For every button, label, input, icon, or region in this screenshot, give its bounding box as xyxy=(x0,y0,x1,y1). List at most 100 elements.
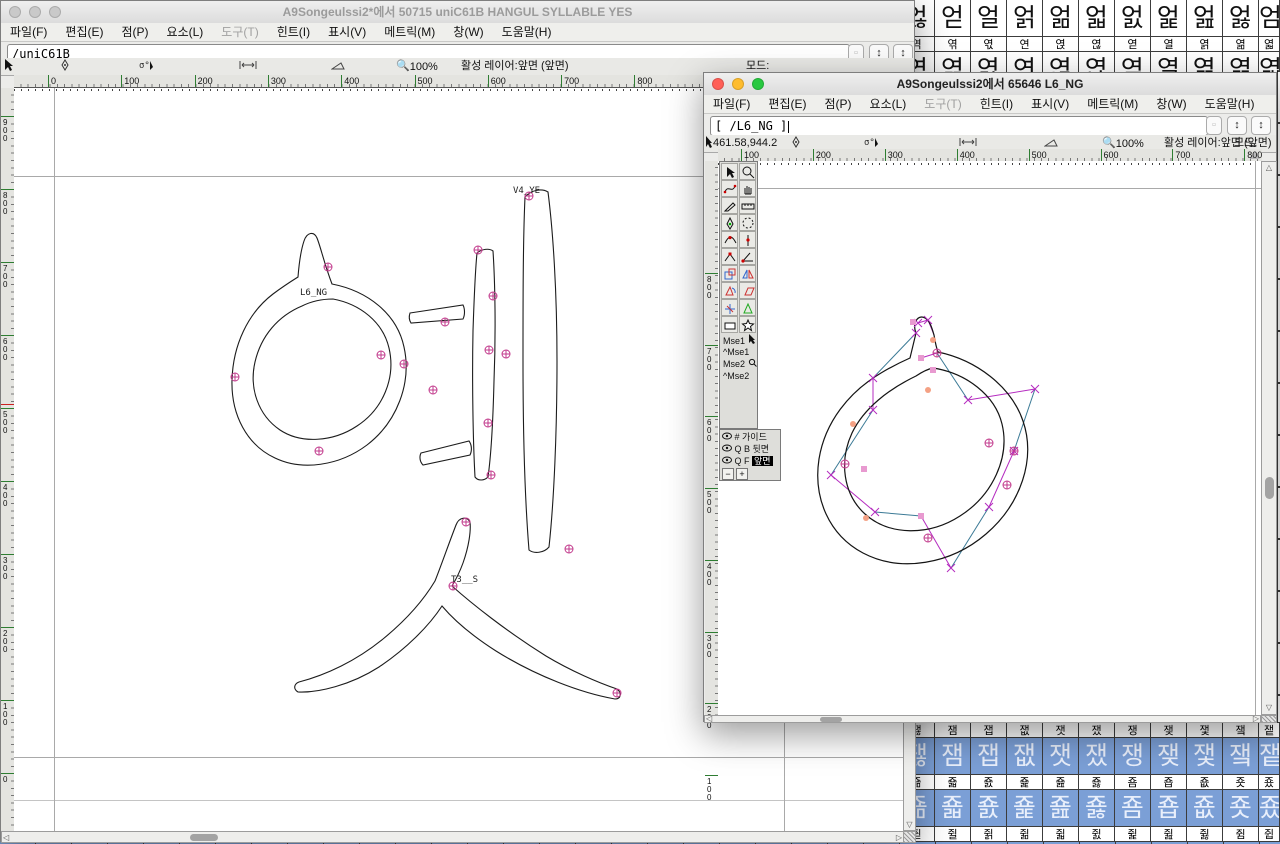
menu-item[interactable]: 점(P) xyxy=(815,95,860,113)
menu-item[interactable]: 요소(L) xyxy=(861,95,916,113)
glyph-cell-label[interactable]: 잿 xyxy=(1043,722,1079,738)
glyph-cell-label[interactable]: 죱 xyxy=(1151,774,1187,790)
scroll-right-arrow[interactable]: ▷ xyxy=(1253,714,1259,724)
glyph-cell[interactable]: 잾 xyxy=(1007,738,1043,774)
layer-row-guide[interactable]: # 가이드 xyxy=(722,431,767,443)
pen-tool[interactable] xyxy=(721,214,738,231)
scroll-down-arrow[interactable]: ▽ xyxy=(1262,703,1276,713)
menu-item[interactable]: 창(W) xyxy=(444,23,492,41)
resize-grip[interactable] xyxy=(903,831,916,843)
scroll-up-arrow[interactable]: △ xyxy=(1262,163,1276,173)
resize-grip[interactable] xyxy=(1261,715,1277,723)
glyph-cell[interactable]: 죭 xyxy=(1007,790,1043,826)
remove-layer-button[interactable]: − xyxy=(722,468,734,480)
layer-row-back[interactable]: Q B 뒷면 xyxy=(722,443,769,455)
glyph-cell[interactable]: 죫 xyxy=(935,790,971,826)
glyph-cell[interactable]: 잽 xyxy=(971,738,1007,774)
scrollbar-thumb[interactable] xyxy=(820,717,842,722)
glyph-cell-label[interactable]: 쟂 xyxy=(1151,722,1187,738)
glyph-cell[interactable]: 쟁 xyxy=(1115,738,1151,774)
hvcurve-point-tool[interactable] xyxy=(739,231,756,248)
prev-glyph-button[interactable]: ↕ xyxy=(1227,116,1247,135)
glyph-cell-label[interactable]: 쥙 xyxy=(971,826,1007,842)
glyph-cell-label[interactable]: 엷 xyxy=(1259,36,1280,52)
glyph-cell-label[interactable]: 죮 xyxy=(1043,774,1079,790)
curve-point-tool[interactable] xyxy=(721,231,738,248)
glyph-cell[interactable]: 잼 xyxy=(935,738,971,774)
tangent-point-tool[interactable] xyxy=(739,248,756,265)
vertical-scrollbar[interactable]: △ ▽ xyxy=(1261,161,1277,715)
glyph-cell-label[interactable]: 엯 xyxy=(971,36,1007,52)
glyph-cell[interactable]: 죬 xyxy=(971,790,1007,826)
glyph-cell-label[interactable]: 쥘 xyxy=(935,826,971,842)
glyph-cell[interactable]: 엄 xyxy=(1259,0,1280,36)
menu-item[interactable]: 힌트(I) xyxy=(971,95,1022,113)
glyph-cell-label[interactable]: 엶 xyxy=(1223,36,1259,52)
ruler-tool[interactable] xyxy=(739,197,756,214)
scrollbar-thumb[interactable] xyxy=(1265,477,1274,499)
menu-item[interactable]: 메트릭(M) xyxy=(375,23,444,41)
glyph-cell-label[interactable]: 열 xyxy=(1151,36,1187,52)
next-glyph-button[interactable]: ↕ xyxy=(1251,116,1271,135)
glyph-cell[interactable]: 엁 xyxy=(1151,0,1187,36)
glyph-cell[interactable]: 엂 xyxy=(1187,0,1223,36)
glyph-cell-label[interactable]: 죯 xyxy=(1079,774,1115,790)
menu-item[interactable]: 도움말(H) xyxy=(1196,95,1264,113)
freehand-tool[interactable] xyxy=(721,180,738,197)
corner-point-tool[interactable] xyxy=(721,248,738,265)
glyph-cell-label[interactable]: 죳 xyxy=(1223,774,1259,790)
add-layer-button[interactable]: + xyxy=(736,468,748,480)
skew-tool[interactable] xyxy=(739,282,756,299)
flip-tool[interactable] xyxy=(739,265,756,282)
horizontal-scrollbar[interactable]: ◁ ▷ xyxy=(704,715,1261,723)
menu-item[interactable]: 힌트(I) xyxy=(268,23,319,41)
glyph-cell-label[interactable]: 죰 xyxy=(1115,774,1151,790)
glyph-canvas[interactable] xyxy=(718,161,1262,715)
scroll-down-arrow[interactable]: ▽ xyxy=(904,820,915,830)
glyph-cell[interactable]: 죮 xyxy=(1043,790,1079,826)
glyph-cell-label[interactable]: 쥞 xyxy=(1151,826,1187,842)
menu-item[interactable]: 창(W) xyxy=(1147,95,1195,113)
glyph-cell-label[interactable]: 쥜 xyxy=(1079,826,1115,842)
glyph-cell-label[interactable]: 쥠 xyxy=(1223,826,1259,842)
spiro-tool[interactable] xyxy=(739,214,756,231)
glyph-cell[interactable]: 쟅 xyxy=(1259,738,1280,774)
menu-item[interactable]: 요소(L) xyxy=(158,23,213,41)
menu-item[interactable]: 메트릭(M) xyxy=(1078,95,1147,113)
mouse-binding-label[interactable]: ^Mse2 xyxy=(723,370,749,382)
glyph-cell-label[interactable]: 쟄 xyxy=(1223,722,1259,738)
glyph-cell-label[interactable]: 엮 xyxy=(935,36,971,52)
glyph-cell[interactable]: 엀 xyxy=(1115,0,1151,36)
menu-item[interactable]: 도구(T) xyxy=(212,23,267,41)
glyph-cell-label[interactable]: 죬 xyxy=(971,774,1007,790)
menu-item[interactable]: 표시(V) xyxy=(1022,95,1078,113)
menu-item[interactable]: 도움말(H) xyxy=(493,23,561,41)
titlebar[interactable]: A9Songeulssi2에서 65646 L6_NG xyxy=(704,73,1276,96)
glyph-cell-label[interactable]: 쥚 xyxy=(1007,826,1043,842)
glyph-cell-label[interactable]: 잾 xyxy=(1007,722,1043,738)
glyph-cell[interactable]: 얿 xyxy=(1079,0,1115,36)
mouse-binding-label[interactable]: ^Mse1 xyxy=(723,346,749,358)
glyph-cell-label[interactable]: 쟃 xyxy=(1187,722,1223,738)
glyph-outline-l6ng[interactable] xyxy=(718,161,1262,715)
glyph-cell[interactable]: 죯 xyxy=(1079,790,1115,826)
menu-item[interactable]: 표시(V) xyxy=(319,23,375,41)
glyph-cell-label[interactable]: 엱 xyxy=(1043,36,1079,52)
menu-item[interactable]: 파일(F) xyxy=(1,23,56,41)
glyph-cell[interactable]: 쟄 xyxy=(1223,738,1259,774)
glyph-cell[interactable]: 죱 xyxy=(1151,790,1187,826)
glyph-cell[interactable]: 쟀 xyxy=(1079,738,1115,774)
glyph-cell-label[interactable]: 쥝 xyxy=(1115,826,1151,842)
horizontal-scrollbar[interactable]: ◁ ▷ xyxy=(1,831,904,843)
glyph-cell[interactable]: 죰 xyxy=(1115,790,1151,826)
star-tool[interactable] xyxy=(739,316,756,333)
perspective-tool[interactable] xyxy=(739,299,756,316)
glyph-cell[interactable]: 쟂 xyxy=(1151,738,1187,774)
rotate-tool[interactable] xyxy=(721,282,738,299)
glyph-cell[interactable]: 쟃 xyxy=(1187,738,1223,774)
glyph-cell-label[interactable]: 죭 xyxy=(1007,774,1043,790)
glyph-cell-label[interactable]: 쥛 xyxy=(1043,826,1079,842)
glyph-cell-label[interactable]: 쥟 xyxy=(1187,826,1223,842)
mouse-binding-label[interactable]: Mse2 xyxy=(723,358,757,370)
glyph-cell-label[interactable]: 쟀 xyxy=(1079,722,1115,738)
